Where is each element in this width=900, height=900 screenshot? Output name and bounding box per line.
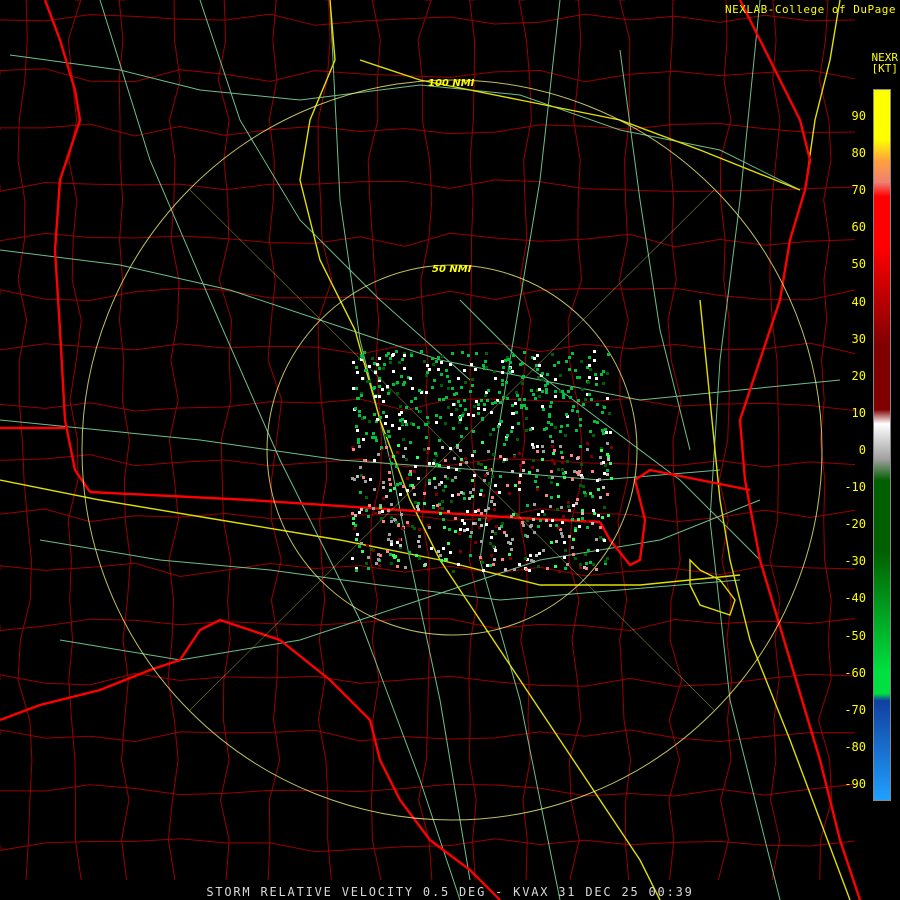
highways: [0, 0, 841, 900]
ring-label-50: 50 NMI: [432, 264, 472, 275]
scale-tick-label: -50: [844, 628, 866, 643]
product-label: NEXR [KT]: [872, 52, 899, 74]
scale-tick-label: -80: [844, 739, 866, 754]
scale-tick-label: 50: [851, 257, 866, 272]
ring-label-100: 100 NMI: [428, 78, 475, 89]
product-caption: STORM RELATIVE VELOCITY 0.5 DEG - KVAX 3…: [206, 885, 694, 899]
scale-tick-label: 20: [851, 368, 866, 383]
scale-tick-label: 0: [858, 443, 866, 457]
scale-tick-label: 30: [851, 331, 866, 346]
credit-label: NEXLAB-College of DuPage: [725, 3, 896, 16]
scale-tick-label: 90: [851, 109, 866, 123]
scale-tick-label: 80: [851, 146, 866, 161]
scale-tick-label: -20: [844, 517, 866, 532]
scale-tick-label: -10: [844, 480, 866, 495]
scale-tick-label: 40: [851, 294, 866, 309]
radar-map: 50 NMI 100 NMI: [0, 0, 862, 900]
scale-tick-label: 60: [851, 220, 866, 235]
scale-tick-label: -90: [844, 777, 866, 791]
scale-tick-label: 10: [851, 405, 866, 420]
scale-tick-label: -70: [844, 702, 866, 717]
product-units: [KT]: [871, 62, 899, 75]
county-borders: [0, 0, 856, 881]
scale-tick-label: 70: [851, 183, 866, 198]
velocity-color-scale: [873, 89, 891, 801]
scale-tick-label: -30: [844, 554, 866, 569]
scale-tick-label: -60: [844, 665, 866, 680]
scale-tick-label: -40: [844, 591, 866, 606]
